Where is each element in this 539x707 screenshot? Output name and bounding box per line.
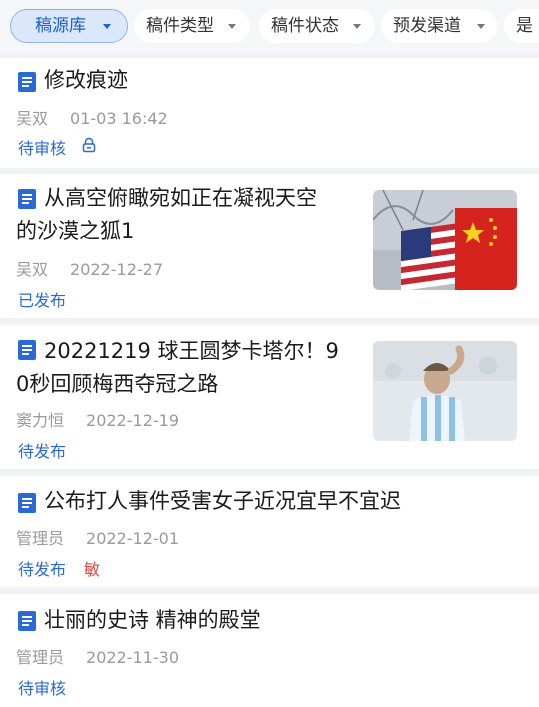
filter-article-type[interactable]: 稿件类型 bbox=[134, 9, 250, 43]
caret-down-icon bbox=[353, 24, 361, 29]
document-icon bbox=[18, 493, 36, 513]
filter-label: 稿源库 bbox=[35, 16, 86, 36]
date: 2022-12-27 bbox=[70, 260, 163, 279]
article-meta: 吴双 2022-12-27 bbox=[16, 256, 163, 280]
filter-article-status[interactable]: 稿件状态 bbox=[259, 9, 375, 43]
article-card[interactable]: 公布打人事件受害女子近况宜早不宜迟 管理员 2022-12-01 待发布 敏 bbox=[0, 476, 539, 587]
caret-down-icon bbox=[103, 24, 111, 29]
caret-down-icon bbox=[477, 24, 485, 29]
article-title: 从高空俯瞰宛如正在凝视天空 的沙漠之狐1 bbox=[16, 186, 317, 243]
flags-image bbox=[373, 190, 517, 290]
status-label: 待发布 bbox=[18, 560, 67, 579]
article-meta: 窦力恒 2022-12-19 bbox=[16, 407, 179, 431]
caret-down-icon bbox=[228, 24, 236, 29]
article-title: 公布打人事件受害女子近况宜早不宜迟 bbox=[44, 489, 401, 513]
status-label: 已发布 bbox=[18, 291, 67, 310]
article-meta: 管理员 2022-12-01 bbox=[16, 525, 179, 549]
date: 2022-12-19 bbox=[86, 411, 179, 430]
article-card[interactable]: 修改痕迹 吴双 01-03 16:42 待审核 bbox=[0, 58, 539, 168]
filter-channel[interactable]: 预发渠道 bbox=[381, 9, 497, 43]
article-card[interactable]: 壮丽的史诗 精神的殿堂 管理员 2022-11-30 待审核 bbox=[0, 594, 539, 707]
date: 01-03 16:42 bbox=[70, 109, 168, 128]
status-label: 待发布 bbox=[18, 442, 67, 461]
article-thumbnail[interactable] bbox=[373, 341, 517, 441]
date: 2022-11-30 bbox=[86, 648, 179, 667]
filter-label: 预发渠道 bbox=[393, 16, 461, 36]
document-icon bbox=[18, 189, 36, 209]
article-meta: 吴双 01-03 16:42 bbox=[16, 105, 168, 129]
sensitive-badge: 敏 bbox=[84, 560, 101, 579]
football-player-image bbox=[373, 341, 517, 441]
author: 吴双 bbox=[16, 109, 49, 128]
article-title: 壮丽的史诗 精神的殿堂 bbox=[44, 608, 261, 632]
filter-label: 稿件状态 bbox=[271, 16, 339, 36]
document-icon bbox=[18, 340, 36, 360]
article-title: 20221219 球王圆梦卡塔尔！9 0秒回顾梅西夺冠之路 bbox=[16, 339, 339, 396]
article-card[interactable]: 20221219 球王圆梦卡塔尔！9 0秒回顾梅西夺冠之路 窦力恒 2022-12… bbox=[0, 325, 539, 469]
filter-label: 是 bbox=[516, 16, 533, 36]
article-card[interactable]: 从高空俯瞰宛如正在凝视天空 的沙漠之狐1 吴双 2022-12-27 已发布 bbox=[0, 174, 539, 318]
filter-more[interactable]: 是 bbox=[504, 9, 539, 43]
lock-icon bbox=[82, 137, 96, 153]
filter-bar: 稿源库 稿件类型 稿件状态 预发渠道 是 bbox=[0, 0, 539, 52]
article-thumbnail[interactable] bbox=[373, 190, 517, 290]
article-meta: 管理员 2022-11-30 bbox=[16, 644, 179, 668]
author: 吴双 bbox=[16, 260, 49, 279]
date: 2022-12-01 bbox=[86, 529, 179, 548]
document-icon bbox=[18, 72, 36, 92]
filter-label: 稿件类型 bbox=[146, 16, 214, 36]
status-label: 待审核 bbox=[18, 139, 67, 158]
filter-source-library[interactable]: 稿源库 bbox=[10, 9, 128, 43]
document-icon bbox=[18, 611, 36, 631]
article-title: 修改痕迹 bbox=[44, 68, 128, 92]
author: 管理员 bbox=[16, 529, 65, 548]
author: 管理员 bbox=[16, 648, 65, 667]
status-label: 待审核 bbox=[18, 679, 67, 698]
author: 窦力恒 bbox=[16, 411, 65, 430]
